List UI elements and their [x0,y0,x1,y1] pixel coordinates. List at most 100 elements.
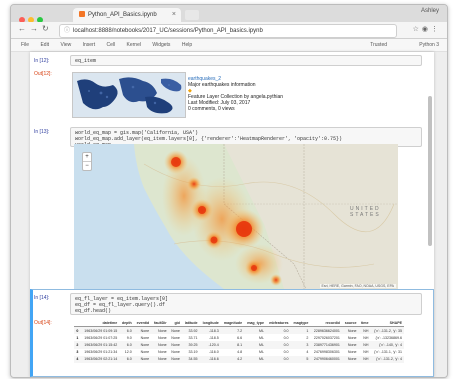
browser-tab[interactable]: Python_API_Basics.ipynb × [73,8,181,22]
table-cell: 1963/06/29 02:21:14 [80,355,120,363]
map-widget[interactable]: + − UNITED STATES Esri, HERE, Garmin, FA… [74,144,398,289]
table-cell: -120.4 [199,341,221,349]
table-cell: 0.0 [283,350,289,355]
in-prompt: In [13]: [34,129,50,135]
table-cell: ML [244,326,266,335]
table-cell: 0.0 [265,326,291,335]
table-cell: ML [244,341,266,349]
menu-widgets[interactable]: Widgets [152,42,170,48]
table-cell: 0.0 [265,341,291,349]
menu-help[interactable]: Help [182,42,192,48]
forward-arrow-icon[interactable]: → [30,24,38,33]
table-cell: 33.92 [181,326,200,335]
table-cell: {'x': -13236869.6 [375,335,402,340]
table-cell: None [347,335,357,340]
table-cell: ML [258,350,264,355]
in-prompt: In [14]: [34,295,50,301]
table-cell: {'x': -131.2, 'y': 4 [370,355,404,363]
country-label-line: STATES [350,212,381,218]
menu-insert[interactable]: Insert [83,42,96,48]
table-cell: 6.6 [237,335,243,340]
table-cell: 6.0 [119,341,134,349]
table-cell: 34.55 [181,355,200,363]
zoom-controls: + − [82,152,92,171]
table-cell: 8.1 [220,341,245,349]
toolbar-icons: ☆◉⋮ [413,25,441,33]
bookmark-star-icon[interactable]: ☆ [413,26,422,33]
table-cell: 33.19 [188,350,198,355]
map-attribution: Esri, HERE, Garmin, FAO, NOAA, USGS, EPA [319,284,396,288]
kernel-name: Python 3 [419,42,439,48]
table-cell: {'x': -131.2, 'y': 35 [370,326,404,335]
item-details: earthquakes_2 Major earthquakes informat… [188,76,283,112]
close-tab-icon[interactable]: × [172,8,176,22]
table-cell: None [133,326,152,335]
zoom-in-icon[interactable]: + [83,153,91,162]
notebook-page: In [12]: eq_item Out[12]: earthquakes_2 … [11,52,447,377]
table-cell: 12.0 [124,350,132,355]
info-icon: ⓘ [64,28,71,34]
menu-cell[interactable]: Cell [107,42,116,48]
item-comments: 0 comments, 0 views [188,106,235,112]
table-cell: 4.2 [220,355,245,363]
code-input[interactable]: eq_fl_layer = eq_item.layers[0] eq_df = … [70,293,422,315]
table-cell: 2 [306,335,309,340]
menu-edit[interactable]: Edit [40,42,49,48]
code-input[interactable]: eq_item [70,55,422,66]
tab-bar: Python_API_Basics.ipynb × Ashley [11,5,447,23]
table-cell: -116.0 [208,350,219,355]
table-cell: 7.2 [220,326,245,335]
table-cell: 0.0 [283,335,289,340]
table-row: 2 1963/06/29 01:15:42 6.0 None None None 39.25… [74,341,404,349]
table-cell: NH [358,326,371,335]
table-cell: None [158,350,167,355]
extension-icon[interactable]: ◉ [422,26,431,33]
table-cell: 4.8 [237,350,243,355]
profile-name[interactable]: Ashley [421,8,439,14]
map-country-label: UNITED STATES [350,206,381,218]
reload-icon[interactable]: ↻ [42,24,49,33]
vertical-scrollbar[interactable] [428,96,432,246]
table-cell: ML [244,355,266,363]
notebook-container: In [12]: eq_item Out[12]: earthquakes_2 … [30,52,434,377]
table-cell: None [341,326,359,335]
in-prompt: In [12]: [34,58,50,64]
table-cell: NH [363,335,369,340]
table-cell: {'x': -131.1, 'y': 31 [374,350,402,355]
table-cell: None [171,335,180,340]
table-cell: -116.6 [199,355,221,363]
table-cell: 1 [290,326,311,335]
menu-view[interactable]: View [60,42,71,48]
menu-file[interactable]: File [21,42,29,48]
table-cell: None [171,350,180,355]
table-cell: None [168,341,182,349]
table-cell: 4 [306,350,309,355]
out-prompt: Out[14]: [34,320,52,326]
back-arrow-icon[interactable]: ← [18,24,26,33]
table-body: 0 1963/06/29 01:09:15 6.0 None None None 33.92… [74,326,404,363]
zoom-out-icon[interactable]: − [83,162,91,170]
table-cell: -118.3 [199,326,221,335]
menu-dots-icon[interactable]: ⋮ [431,26,441,33]
table-cell: None [347,350,357,355]
new-tab-button[interactable] [185,10,199,20]
table-cell: None [341,341,359,349]
table-cell: NH [363,350,369,355]
tab-title: Python_API_Basics.ipynb [88,12,157,18]
table-row: 1 1963/06/29 01:07:25 9.0 None None None 33.71… [74,334,404,341]
table-cell: {'x': -140, 'y': 4 [370,341,404,349]
table-cell: None [151,341,169,349]
table-cell: 2389771436901 [310,341,342,349]
table-cell: ML [258,335,264,340]
browser-window: Python_API_Basics.ipynb × Ashley ← → ↻ ⓘ… [10,4,448,378]
table-cell: 33.71 [188,335,198,340]
table-cell: None [341,355,359,363]
table-cell: 6.0 [119,355,134,363]
table-cell: 2479906460001 [310,355,342,363]
table-cell: 6.0 [119,326,134,335]
address-bar[interactable]: ⓘ localhost:8888/notebooks/2017_UC/sessio… [59,24,397,38]
trusted-indicator[interactable]: Trusted [370,39,387,51]
table-cell: 1963/06/29 01:09:15 [80,326,120,335]
menu-kernel[interactable]: Kernel [127,42,141,48]
table-cell: 2289636624001 [310,326,342,335]
